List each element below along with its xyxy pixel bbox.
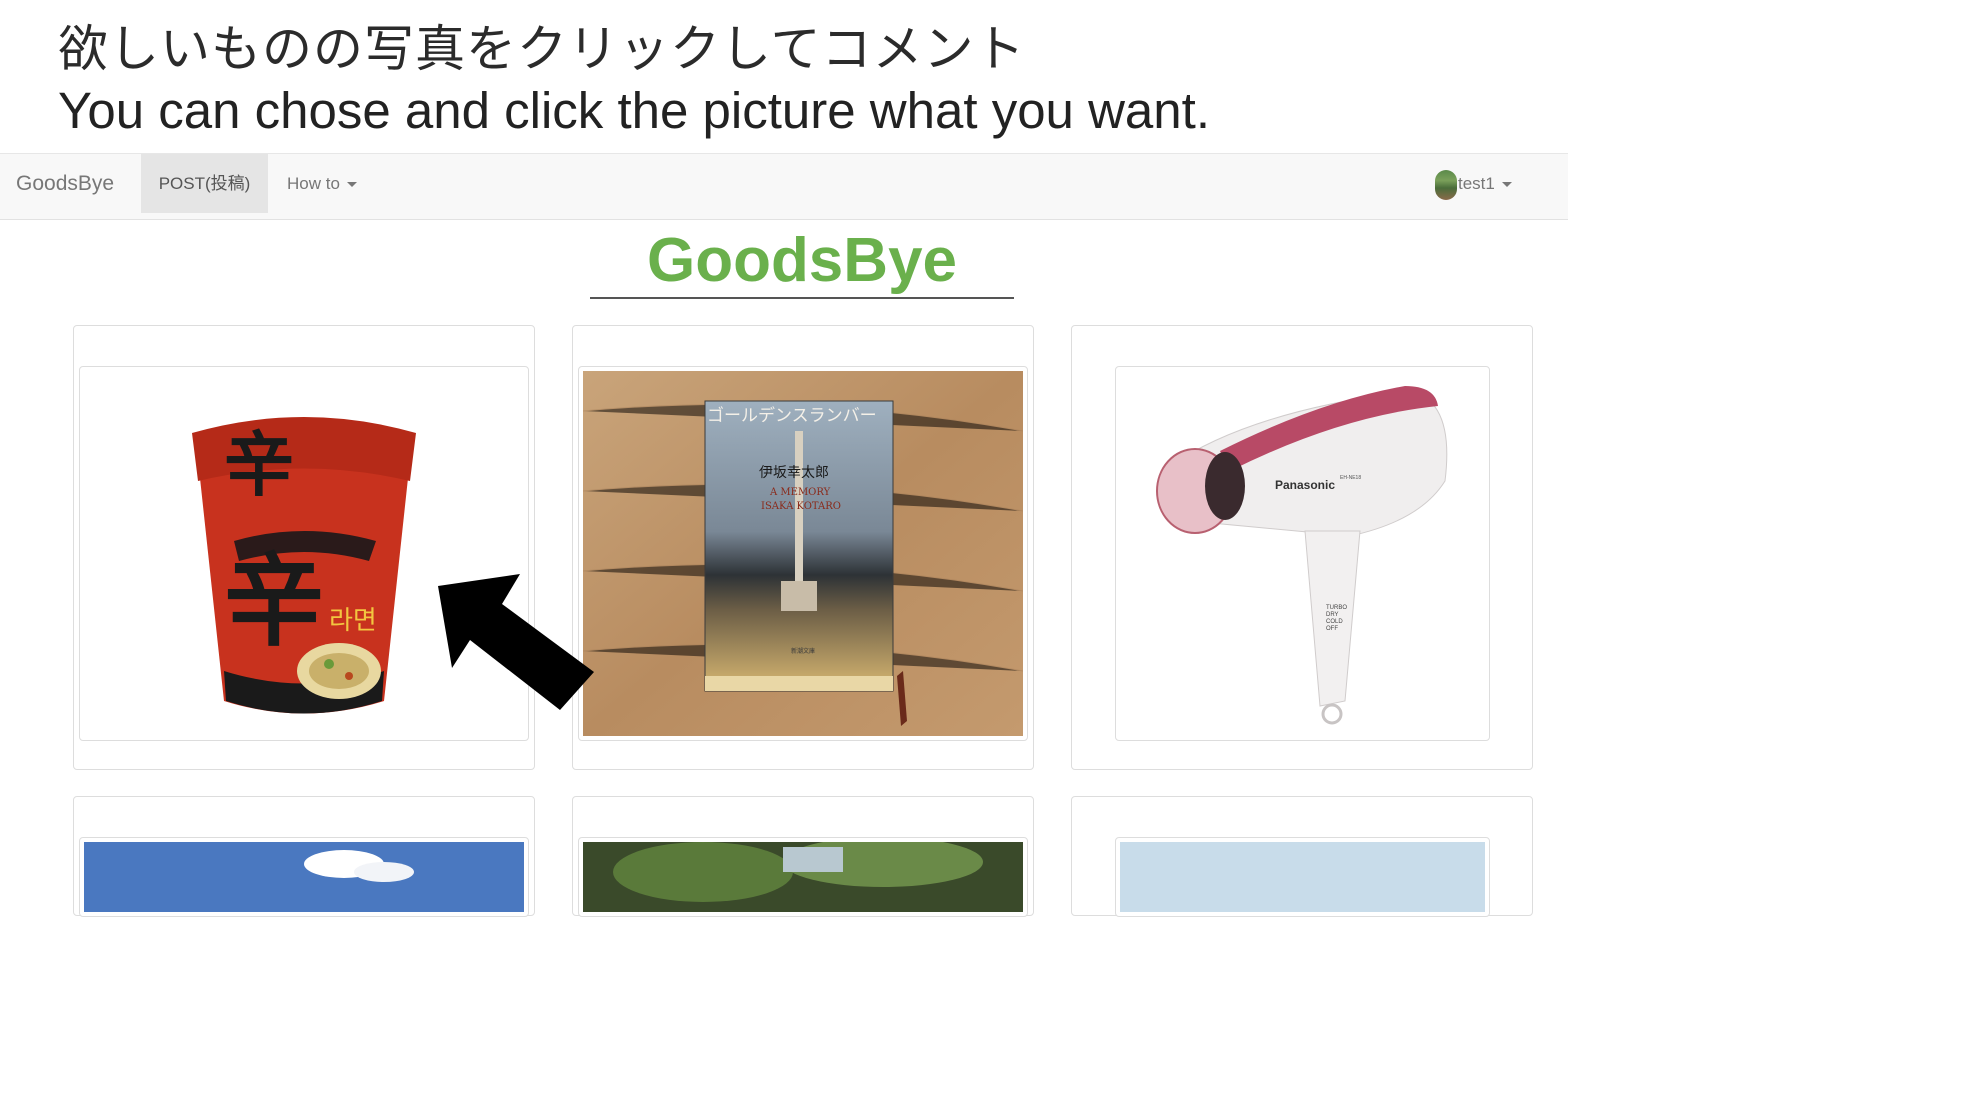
item-card: Panasonic EH-NE18 TURBO DRY COLD OFF <box>1071 325 1533 770</box>
book-author-en-text: ISAKA KOTARO <box>761 501 841 512</box>
pale-sky-image <box>1120 842 1485 912</box>
navbar-brand-link[interactable]: GoodsBye <box>16 154 114 220</box>
dryer-mode-cold: COLD <box>1326 619 1343 625</box>
svg-text:辛: 辛 <box>224 542 324 660</box>
trees-image <box>583 842 1023 912</box>
svg-text:辛: 辛 <box>224 423 294 506</box>
nav-howto-dropdown[interactable]: How to <box>287 154 357 213</box>
caret-down-icon <box>1501 182 1512 188</box>
book-image: ゴールデンスランバー 伊坂幸太郎 A MEMORY ISAKA KOTARO 新… <box>583 371 1023 736</box>
item-photo-sky[interactable] <box>79 837 529 917</box>
instruction-english: You can chose and click the picture what… <box>58 82 1210 139</box>
nav-howto-label: How to <box>287 174 340 193</box>
item-card <box>572 796 1034 917</box>
nav-post-link[interactable]: POST(投稿) <box>141 154 268 213</box>
item-photo-pale[interactable] <box>1115 837 1490 917</box>
item-card: ゴールデンスランバー 伊坂幸太郎 A MEMORY ISAKA KOTARO 新… <box>572 325 1034 770</box>
dryer-mode-dry: DRY <box>1326 612 1339 618</box>
instruction-banner: 欲しいものの写真をクリックしてコメント You can chose and cl… <box>58 18 1538 142</box>
ramen-cup-image: 辛 辛 라면 <box>84 371 524 736</box>
username-label: test1 <box>1458 174 1495 193</box>
caret-down-icon <box>346 182 357 188</box>
dryer-brand-text: Panasonic <box>1275 478 1335 492</box>
avatar <box>1435 169 1457 200</box>
top-navbar: GoodsBye POST(投稿) How to test1 <box>0 153 1568 220</box>
dryer-mode-turbo: TURBO <box>1326 605 1347 611</box>
item-card: 辛 辛 라면 <box>73 325 535 770</box>
item-photo-hairdryer[interactable]: Panasonic EH-NE18 TURBO DRY COLD OFF <box>1115 366 1490 741</box>
book-author-text: 伊坂幸太郎 <box>759 465 829 481</box>
page-title: GoodsBye <box>590 222 1014 299</box>
item-card <box>1071 796 1533 917</box>
item-photo-trees[interactable] <box>578 837 1028 917</box>
hair-dryer-image: Panasonic EH-NE18 TURBO DRY COLD OFF <box>1120 371 1485 736</box>
dryer-model-text: EH-NE18 <box>1340 475 1361 481</box>
item-card <box>73 796 535 917</box>
dryer-mode-off: OFF <box>1326 626 1338 632</box>
sky-image <box>84 842 524 912</box>
book-title-text: ゴールデンスランバー <box>707 405 877 426</box>
user-menu-dropdown[interactable]: test1 <box>1435 154 1512 213</box>
book-subtitle-text: A MEMORY <box>769 487 831 498</box>
book-publisher-text: 新潮文庫 <box>791 647 815 655</box>
svg-text:라면: 라면 <box>329 606 377 636</box>
item-photo-ramen[interactable]: 辛 辛 라면 <box>79 366 529 741</box>
instruction-japanese: 欲しいものの写真をクリックしてコメント <box>58 20 1026 78</box>
item-photo-book[interactable]: ゴールデンスランバー 伊坂幸太郎 A MEMORY ISAKA KOTARO 新… <box>578 366 1028 741</box>
